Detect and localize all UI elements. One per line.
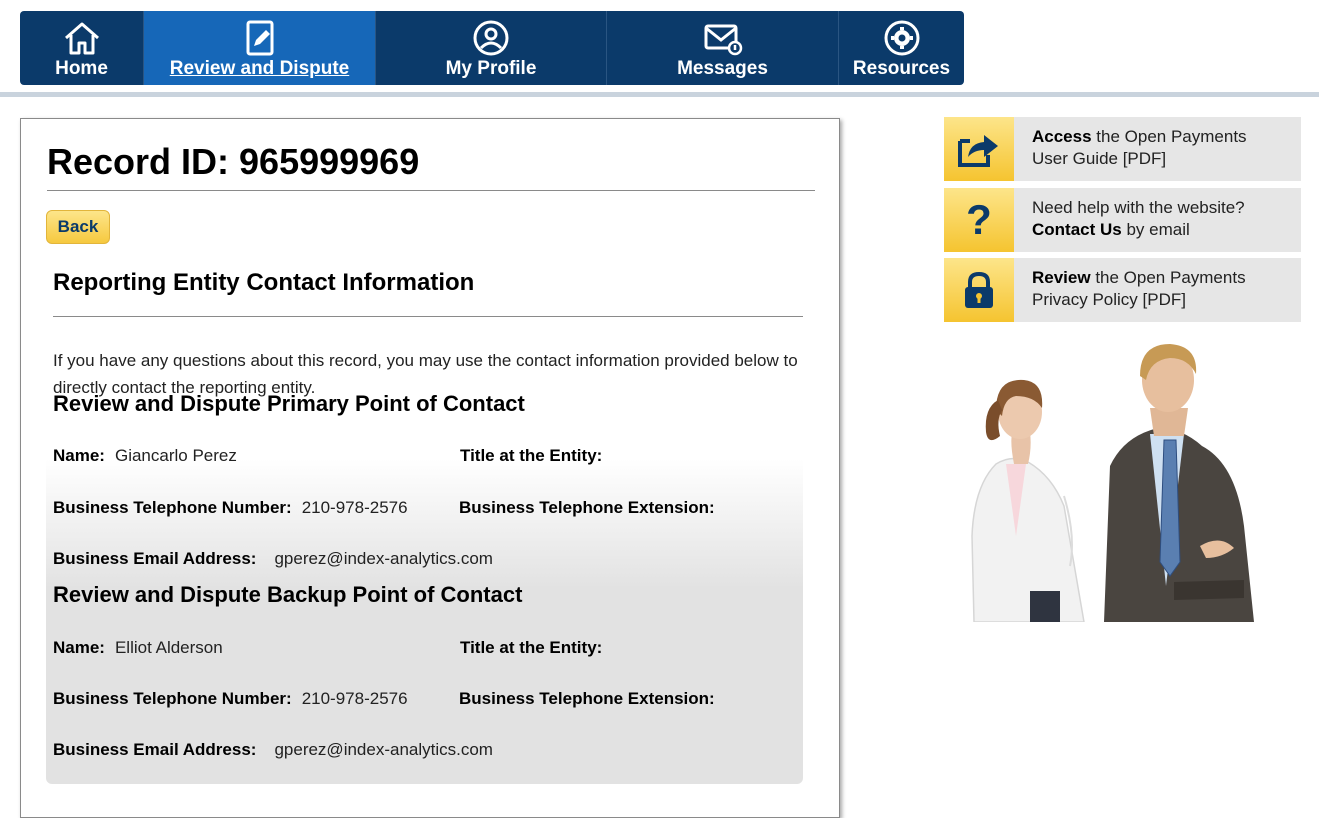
share-arrow-icon (944, 117, 1014, 181)
businessman-figure (1104, 344, 1254, 622)
nav-resources[interactable]: Resources (839, 11, 964, 85)
privacy-policy-text: Review the Open Payments Privacy Policy … (1014, 258, 1246, 322)
user-guide-line2: User Guide [PDF] (1032, 149, 1167, 168)
contact-us-bold: Contact Us (1032, 220, 1122, 239)
contact-us-link[interactable]: ? Need help with the website? Contact Us… (944, 188, 1301, 252)
section-title: Reporting Entity Contact Information (53, 269, 475, 296)
gear-icon (882, 20, 922, 56)
main-nav: Home Review and Dispute My Profile Messa… (20, 11, 964, 85)
backup-title-field: Title at the Entity: (460, 638, 612, 658)
nav-resources-label: Resources (852, 58, 951, 79)
primary-email-value: gperez@index-analytics.com (274, 549, 493, 568)
section-divider (53, 316, 803, 317)
nav-home[interactable]: Home (20, 11, 144, 85)
nav-my-profile[interactable]: My Profile (376, 11, 607, 85)
user-guide-link[interactable]: Access the Open Payments User Guide [PDF… (944, 117, 1301, 181)
backup-email-field: Business Email Address: gperez@index-anal… (53, 740, 493, 760)
primary-title-field: Title at the Entity: (460, 446, 612, 466)
privacy-policy-rest: the Open Payments (1090, 268, 1246, 287)
contact-us-text: Need help with the website? Contact Us b… (1014, 188, 1245, 252)
title-divider (47, 190, 815, 191)
backup-email-label: Business Email Address: (53, 740, 257, 759)
envelope-icon (703, 20, 743, 56)
primary-phone-field: Business Telephone Number: 210-978-2576 (53, 498, 408, 518)
backup-contact-heading: Review and Dispute Backup Point of Conta… (53, 582, 523, 607)
lock-icon (944, 258, 1014, 322)
backup-email-value: gperez@index-analytics.com (274, 740, 493, 759)
backup-phone-field: Business Telephone Number: 210-978-2576 (53, 689, 408, 709)
nav-messages-label: Messages (677, 58, 768, 79)
primary-extension-field: Business Telephone Extension: (459, 498, 725, 518)
nav-review-and-dispute[interactable]: Review and Dispute (144, 11, 376, 85)
home-icon (62, 20, 102, 56)
privacy-policy-bold: Review (1032, 268, 1091, 287)
backup-title-label: Title at the Entity: (460, 638, 603, 657)
user-guide-rest: the Open Payments (1091, 127, 1247, 146)
nav-messages[interactable]: Messages (607, 11, 839, 85)
primary-phone-value: 210-978-2576 (301, 498, 408, 517)
backup-extension-field: Business Telephone Extension: (459, 689, 725, 709)
backup-phone-value: 210-978-2576 (301, 689, 408, 708)
user-guide-bold: Access (1032, 127, 1092, 146)
primary-contact-heading: Review and Dispute Primary Point of Cont… (53, 391, 525, 416)
question-mark-icon: ? (944, 188, 1014, 252)
primary-name-label: Name: (53, 446, 105, 465)
privacy-policy-line2: Privacy Policy [PDF] (1032, 290, 1186, 309)
contact-section: Reporting Entity Contact Information If … (46, 259, 803, 784)
backup-name-field: Name: Elliot Alderson (53, 638, 223, 658)
user-guide-text: Access the Open Payments User Guide [PDF… (1014, 117, 1247, 181)
primary-email-label: Business Email Address: (53, 549, 257, 568)
nav-my-profile-label: My Profile (445, 58, 537, 79)
primary-name-value: Giancarlo Perez (114, 446, 237, 465)
doctor-and-businessman-photo (944, 336, 1301, 623)
primary-email-field: Business Email Address: gperez@index-anal… (53, 549, 493, 569)
nav-home-label: Home (55, 58, 108, 79)
nav-review-and-dispute-label: Review and Dispute (169, 58, 350, 79)
privacy-policy-link[interactable]: Review the Open Payments Privacy Policy … (944, 258, 1301, 322)
header-divider (0, 92, 1319, 97)
backup-extension-label: Business Telephone Extension: (459, 689, 715, 708)
backup-phone-label: Business Telephone Number: (53, 689, 292, 708)
backup-name-label: Name: (53, 638, 105, 657)
back-button[interactable]: Back (46, 210, 110, 244)
primary-phone-label: Business Telephone Number: (53, 498, 292, 517)
backup-name-value: Elliot Alderson (114, 638, 223, 657)
woman-doctor-figure (971, 379, 1085, 623)
record-card: Record ID: 965999969 Back Reporting Enti… (20, 118, 840, 818)
primary-name-field: Name: Giancarlo Perez (53, 446, 237, 466)
primary-title-label: Title at the Entity: (460, 446, 603, 465)
page-title: Record ID: 965999969 (47, 141, 420, 182)
primary-extension-label: Business Telephone Extension: (459, 498, 715, 517)
user-icon (471, 20, 511, 56)
contact-us-rest: by email (1121, 220, 1190, 239)
contact-us-line1: Need help with the website? (1032, 198, 1245, 217)
document-edit-icon (240, 20, 280, 56)
